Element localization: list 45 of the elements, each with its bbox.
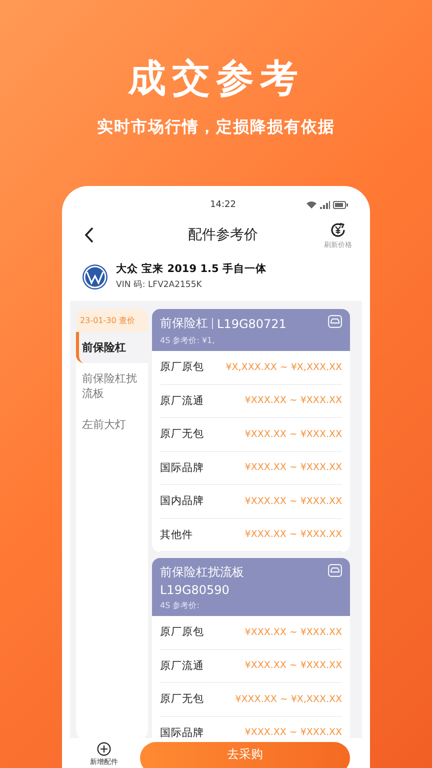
grade-label: 国际品牌 xyxy=(160,460,204,475)
grade-label: 原厂原包 xyxy=(160,625,204,640)
promo-subline: 实时市场行情，定损降损有依据 xyxy=(97,117,335,138)
reference-price: 4S 参考价: ¥1, xyxy=(160,335,216,346)
price-range: ¥XXX.XX ~ ¥XXX.XX xyxy=(244,529,342,540)
emblem-icon xyxy=(82,264,108,290)
price-range: ¥XXX.XX ~ ¥XXX.XX xyxy=(244,462,342,474)
grade-label: 原厂无包 xyxy=(160,692,204,706)
price-range: ¥XXX.XX ~ ¥XXX.XX xyxy=(244,660,342,672)
car-icon[interactable] xyxy=(328,315,342,328)
price-range: ¥XXX.XX ~ ¥XXX.XX xyxy=(244,496,342,507)
vin-number: VIN 码: LFV2A2155K xyxy=(116,279,203,291)
signal-icon xyxy=(320,201,330,209)
promo-headline: 成交参考 xyxy=(128,55,304,101)
grade-label: 国内品牌 xyxy=(160,494,204,508)
refresh-icon[interactable] xyxy=(329,220,347,238)
purchase-button[interactable]: 去采购 xyxy=(140,742,350,768)
price-range: ¥XXX.XX ~ ¥XXX.XX xyxy=(244,727,342,738)
car-icon[interactable] xyxy=(328,564,342,577)
back-icon[interactable] xyxy=(84,227,94,243)
part-name: 前保险杠扰流板 xyxy=(160,564,244,581)
price-range: ¥XXX.XX ~ ¥X,XXX.XX xyxy=(235,694,342,705)
plus-icon[interactable] xyxy=(97,742,111,756)
price-range: ¥XXX.XX ~ ¥XXX.XX xyxy=(244,626,342,638)
wifi-icon xyxy=(306,201,317,209)
grade-label: 其他件 xyxy=(160,528,193,542)
part-code: L19G80590 xyxy=(160,583,230,597)
status-time: 14:22 xyxy=(210,200,236,210)
separator-bar xyxy=(212,318,213,329)
reference-price: 4S 参考价: xyxy=(160,600,200,611)
grade-label: 原厂无包 xyxy=(160,427,204,442)
part-name: 前保险杠 xyxy=(160,315,208,332)
grade-label: 原厂原包 xyxy=(160,360,204,374)
date-chip: 23-01-30 查价 xyxy=(76,309,148,332)
battery-icon xyxy=(333,201,348,209)
price-range: ¥X,XXX.XX ~ ¥X,XXX.XX xyxy=(226,362,342,373)
page-title: 配件参考价 xyxy=(188,226,258,244)
sidebar-item[interactable]: 前保险杠 xyxy=(76,332,148,363)
part-code: L19G80721 xyxy=(217,316,286,330)
grade-label: 国际品牌 xyxy=(160,726,204,740)
price-range: ¥XXX.XX ~ ¥XXX.XX xyxy=(244,395,342,406)
price-range: ¥XXX.XX ~ ¥XXX.XX xyxy=(244,428,342,440)
grade-label: 原厂流通 xyxy=(160,394,204,408)
grade-label: 原厂流通 xyxy=(160,658,204,673)
vehicle-name: 大众 宝来 2019 1.5 手自一体 xyxy=(116,262,266,276)
